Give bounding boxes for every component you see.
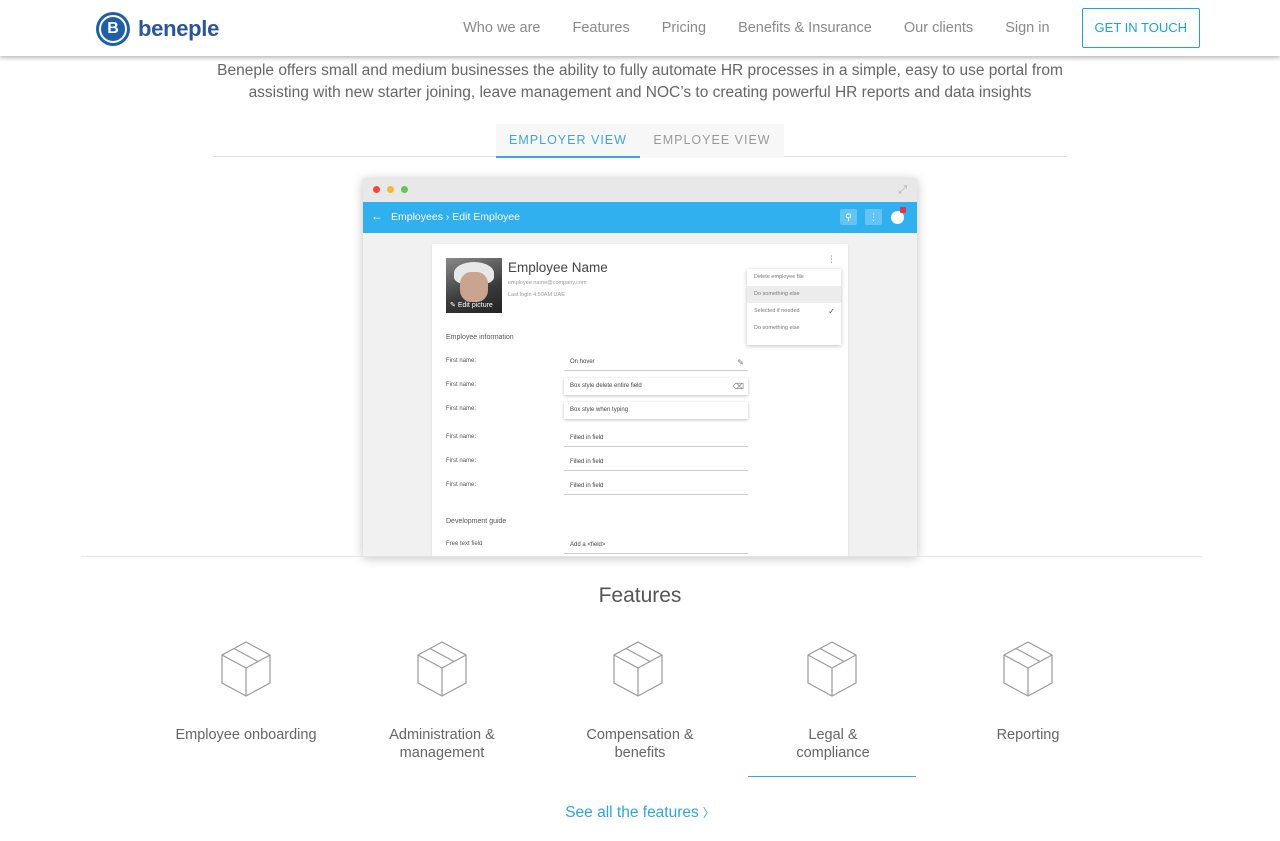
nav-link-who-we-are[interactable]: Who we are <box>463 20 540 36</box>
field-value: Box style when typing <box>564 402 748 419</box>
field-label: First name: <box>446 358 477 364</box>
dropdown-item: Selected if needed ✓ <box>747 303 841 320</box>
dropdown-item: Do something else <box>754 325 800 331</box>
nav-links: Who we are Features Pricing Benefits & I… <box>431 0 1200 56</box>
tab-employee-view[interactable]: EMPLOYEE VIEW <box>640 124 784 158</box>
nav-link-pricing[interactable]: Pricing <box>662 20 706 36</box>
see-all-features-link[interactable]: See all the features 〉 <box>0 804 1280 822</box>
field-value: Filled in field <box>564 478 748 495</box>
tab-employer-view[interactable]: EMPLOYER VIEW <box>496 124 640 158</box>
feature-label: Compensation & benefits <box>586 727 694 761</box>
field-label: First name: <box>446 458 477 464</box>
logo[interactable]: B beneple <box>96 12 219 46</box>
dropdown-item: Delete employee file <box>754 274 804 280</box>
nav-link-sign-in[interactable]: Sign in <box>1005 20 1049 36</box>
employee-email: employee name@company.com <box>508 280 587 286</box>
backspace-icon: ⌫ <box>732 382 744 391</box>
field-value: Filled in field <box>564 430 748 447</box>
nav-link-our-clients[interactable]: Our clients <box>904 20 973 36</box>
more-vert-icon: ⋮ <box>865 209 882 225</box>
box-icon <box>807 641 857 697</box>
card-dropdown: Delete employee file Do something else S… <box>747 269 841 345</box>
dropdown-item: Do something else <box>747 286 841 303</box>
minimize-dot-icon <box>387 186 394 193</box>
field-label: Free text field <box>446 541 483 547</box>
feature-legal-compliance[interactable]: Legal & compliance <box>748 640 916 777</box>
field-label: First name: <box>446 406 477 412</box>
feature-label: Administration & management <box>389 727 495 761</box>
maximize-dot-icon <box>401 186 408 193</box>
section-employee-information: Employee information <box>446 334 514 341</box>
field-label: First name: <box>446 382 477 388</box>
logo-mark-icon: B <box>96 12 130 46</box>
feature-label: Legal & compliance <box>796 727 870 761</box>
breadcrumb: Employees › Edit Employee <box>391 211 520 223</box>
box-icon <box>613 641 663 697</box>
employee-name: Employee Name <box>508 260 608 275</box>
section-divider <box>81 556 1202 557</box>
top-nav: B beneple Who we are Features Pricing Be… <box>0 0 1280 56</box>
feature-label: Reporting <box>996 727 1060 743</box>
active-feature-underline <box>748 776 916 777</box>
nav-link-features[interactable]: Features <box>573 20 630 36</box>
section-development-guide: Development guide <box>446 518 507 525</box>
feature-compensation-benefits[interactable]: Compensation & benefits <box>554 640 722 762</box>
box-icon <box>1003 641 1053 697</box>
field-value: Filled in field <box>564 454 748 471</box>
expand-icon: ⤢ <box>898 184 907 196</box>
app-preview: ⤢ ← Employees › Edit Employee ⚲ ⋮ ✎ Edit… <box>363 178 917 556</box>
field-value: Box style delete entire field ⌫ <box>564 378 748 395</box>
employee-photo: ✎ Edit picture <box>446 258 502 313</box>
feature-reporting[interactable]: Reporting <box>944 640 1112 744</box>
feature-label: Employee onboarding <box>175 727 317 743</box>
nav-link-benefits-insurance[interactable]: Benefits & Insurance <box>738 20 872 36</box>
employee-card: ✎ Edit picture Employee Name employee na… <box>432 244 848 556</box>
close-dot-icon <box>373 186 380 193</box>
search-icon: ⚲ <box>840 209 857 225</box>
app-header: ← Employees › Edit Employee ⚲ ⋮ <box>363 202 917 233</box>
view-tabs: EMPLOYER VIEW EMPLOYEE VIEW <box>496 124 784 158</box>
get-in-touch-button[interactable]: GET IN TOUCH <box>1081 8 1200 48</box>
field-label: First name: <box>446 482 477 488</box>
check-icon: ✓ <box>828 307 835 316</box>
card-menu-icon: ⋮ <box>827 254 836 264</box>
window-bar: ⤢ <box>363 178 917 202</box>
box-icon <box>417 641 467 697</box>
intro-text: Beneple offers small and medium business… <box>217 62 1063 101</box>
feature-employee-onboarding[interactable]: Employee onboarding <box>162 640 330 744</box>
edit-picture-label: ✎ Edit picture <box>450 302 493 309</box>
field-label: First name: <box>446 434 477 440</box>
chevron-right-icon: 〉 <box>702 806 715 820</box>
logo-text: beneple <box>138 16 220 41</box>
box-icon <box>221 641 271 697</box>
employee-last-login: Last login 4:50AM UAE <box>508 292 565 298</box>
pencil-icon: ✎ <box>737 358 744 367</box>
field-value: Add a <field> <box>564 537 748 554</box>
field-value: On hover ✎ <box>564 354 748 371</box>
back-arrow-icon: ← <box>371 209 383 223</box>
feature-administration-management[interactable]: Administration & management <box>358 640 526 762</box>
features-title: Features <box>598 584 682 607</box>
notification-badge <box>900 207 906 213</box>
